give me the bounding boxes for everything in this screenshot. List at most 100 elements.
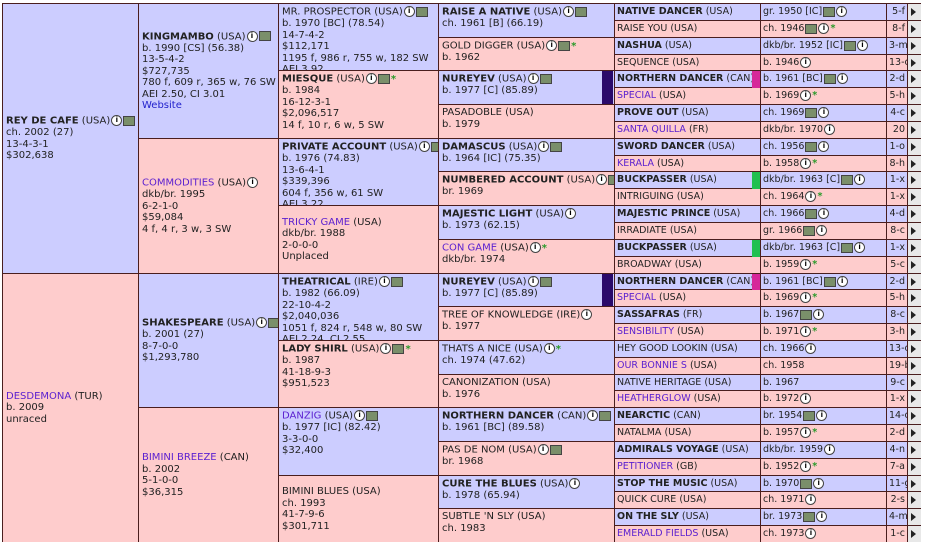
info-icon[interactable]: i <box>247 177 259 188</box>
horse-name-link[interactable]: KINGMAMBO <box>142 31 214 42</box>
horse-name-link[interactable]: SENSIBILITY <box>617 326 674 337</box>
website-link[interactable]: Website <box>142 100 275 112</box>
photo-icon[interactable] <box>805 107 818 118</box>
expand-arrow-icon[interactable] <box>908 391 921 407</box>
horse-name-link[interactable]: PRIVATE ACCOUNT <box>282 142 386 153</box>
info-icon[interactable]: i <box>836 73 848 84</box>
info-icon[interactable]: i <box>856 40 868 51</box>
horse-name-link[interactable]: MAJESTIC LIGHT <box>442 209 532 220</box>
expand-arrow-icon[interactable] <box>908 476 921 491</box>
info-icon[interactable]: i <box>587 410 599 421</box>
photo-icon[interactable] <box>803 410 816 421</box>
expand-arrow-icon[interactable] <box>908 375 921 390</box>
info-icon[interactable]: i <box>537 444 549 455</box>
info-icon[interactable]: i <box>800 292 812 303</box>
expand-arrow-icon[interactable] <box>908 223 921 239</box>
horse-name-link[interactable]: BUCKPASSER <box>617 242 687 253</box>
horse-name-link[interactable]: DANZIG <box>282 411 321 422</box>
expand-arrow-icon[interactable] <box>908 425 921 441</box>
expand-arrow-icon[interactable] <box>908 172 921 188</box>
horse-name-link[interactable]: RAISE YOU <box>617 23 667 34</box>
photo-icon[interactable] <box>415 6 428 17</box>
info-icon[interactable]: i <box>824 124 836 135</box>
expand-arrow-icon[interactable] <box>908 240 921 256</box>
info-icon[interactable]: i <box>800 57 812 68</box>
expand-arrow-icon[interactable] <box>908 274 921 289</box>
info-icon[interactable]: i <box>800 158 812 169</box>
photo-icon[interactable] <box>550 141 563 152</box>
photo-icon[interactable] <box>823 73 836 84</box>
horse-name-link[interactable]: SPECIAL <box>617 292 656 303</box>
info-icon[interactable]: i <box>818 141 830 152</box>
info-icon[interactable]: i <box>824 444 836 455</box>
photo-icon[interactable] <box>805 23 818 34</box>
photo-icon[interactable] <box>549 444 562 455</box>
photo-icon[interactable] <box>803 511 816 522</box>
info-icon[interactable]: i <box>543 343 555 354</box>
photo-icon[interactable] <box>377 73 390 84</box>
photo-icon[interactable] <box>539 276 552 287</box>
info-icon[interactable]: i <box>546 40 558 51</box>
horse-name-link[interactable]: THATS A NICE <box>442 344 511 355</box>
photo-icon[interactable] <box>268 317 278 328</box>
horse-name-link[interactable]: BIMINI BREEZE <box>142 452 217 463</box>
expand-arrow-icon[interactable] <box>908 189 921 205</box>
horse-name-link[interactable]: NATIVE DANCER <box>617 6 703 17</box>
horse-name-link[interactable]: CON GAME <box>442 243 497 254</box>
info-icon[interactable]: i <box>800 90 812 101</box>
horse-name-link[interactable]: PAS DE NOM <box>442 445 505 456</box>
horse-name-link[interactable]: DAMASCUS <box>442 142 506 153</box>
info-icon[interactable]: i <box>563 6 575 17</box>
info-icon[interactable]: i <box>800 326 812 337</box>
photo-icon[interactable] <box>390 276 403 287</box>
info-icon[interactable]: i <box>836 6 848 17</box>
photo-icon[interactable] <box>803 225 816 236</box>
expand-arrow-icon[interactable] <box>908 324 921 340</box>
expand-arrow-icon[interactable] <box>908 206 921 222</box>
info-icon[interactable]: i <box>256 317 268 329</box>
photo-icon[interactable] <box>608 174 614 185</box>
horse-name-link[interactable]: QUICK CURE <box>617 494 676 505</box>
info-icon[interactable]: i <box>818 23 830 34</box>
info-icon[interactable]: i <box>538 141 550 152</box>
info-icon[interactable]: i <box>813 478 825 489</box>
info-icon[interactable]: i <box>800 427 812 438</box>
photo-icon[interactable] <box>800 478 813 489</box>
expand-arrow-icon[interactable] <box>908 526 921 542</box>
info-icon[interactable]: i <box>527 276 539 287</box>
horse-name-link[interactable]: TRICKY GAME <box>282 217 350 228</box>
photo-icon[interactable] <box>539 73 552 84</box>
horse-name-link[interactable]: NUREYEV <box>442 277 495 288</box>
horse-name-link[interactable]: SWORD DANCER <box>617 141 705 152</box>
expand-arrow-icon[interactable] <box>908 139 921 155</box>
info-icon[interactable]: i <box>365 73 377 84</box>
expand-arrow-icon[interactable] <box>908 257 921 273</box>
photo-icon[interactable] <box>430 141 438 152</box>
expand-arrow-icon[interactable] <box>908 71 921 87</box>
expand-arrow-icon[interactable] <box>908 358 921 374</box>
expand-arrow-icon[interactable] <box>908 341 921 357</box>
info-icon[interactable]: i <box>805 191 817 202</box>
horse-name-link[interactable]: HEY GOOD LOOKIN <box>617 343 708 354</box>
info-icon[interactable]: i <box>800 259 812 270</box>
info-icon[interactable]: i <box>818 107 830 118</box>
info-icon[interactable]: i <box>380 343 392 354</box>
photo-icon[interactable] <box>823 6 836 17</box>
horse-name-link[interactable]: NUMBERED ACCOUNT <box>442 175 563 186</box>
expand-arrow-icon[interactable] <box>908 21 921 37</box>
expand-arrow-icon[interactable] <box>908 408 921 424</box>
info-icon[interactable]: i <box>854 174 866 185</box>
horse-name-link[interactable]: COMMODITIES <box>142 178 214 189</box>
horse-name-link[interactable]: STOP THE MUSIC <box>617 478 707 489</box>
info-icon[interactable]: i <box>800 461 812 472</box>
horse-name-link[interactable]: INTRIGUING <box>617 191 674 202</box>
photo-icon[interactable] <box>558 40 571 51</box>
info-icon[interactable]: i <box>378 276 390 287</box>
expand-arrow-icon[interactable] <box>908 38 921 54</box>
horse-name-link[interactable]: SPECIAL <box>617 90 656 101</box>
horse-name-link[interactable]: RAISE A NATIVE <box>442 7 530 18</box>
horse-name-link[interactable]: SUBTLE 'N SLY <box>442 511 514 522</box>
photo-icon[interactable] <box>575 6 588 17</box>
horse-name-link[interactable]: THEATRICAL <box>282 277 351 288</box>
photo-icon[interactable] <box>392 343 405 354</box>
